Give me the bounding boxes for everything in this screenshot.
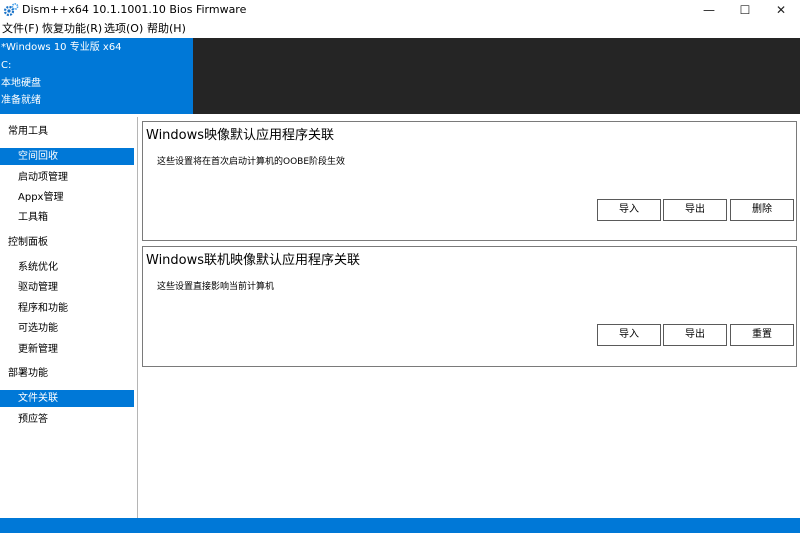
window-title: Dism++x64 10.1.1001.10 Bios Firmware (22, 3, 247, 16)
os-name: *Windows 10 专业版 x64 (1, 42, 122, 53)
gear-icon (3, 3, 19, 17)
menu-help[interactable]: 帮助(H) (147, 22, 186, 36)
sidebar-group-control-panel: 控制面板 (8, 237, 48, 248)
status-bar (0, 518, 800, 533)
sidebar-item-answer-file[interactable]: 预应答 (0, 411, 134, 428)
sidebar-item-optional-features[interactable]: 可选功能 (0, 320, 134, 337)
export-button[interactable]: 导出 (663, 324, 727, 346)
sidebar-group-common-tools: 常用工具 (8, 126, 48, 137)
session-list-area[interactable] (193, 38, 800, 114)
session-status: 准备就绪 (1, 95, 41, 106)
close-button[interactable]: ✕ (758, 0, 800, 20)
sidebar: 常用工具 空间回收 启动项管理 Appx管理 工具箱 控制面板 系统优化 驱动管… (0, 117, 138, 518)
card-description: 这些设置直接影响当前计算机 (157, 282, 275, 292)
sidebar-item-file-association[interactable]: 文件关联 (0, 390, 134, 407)
sidebar-item-startup-manager[interactable]: 启动项管理 (0, 169, 134, 186)
card-title: Windows联机映像默认应用程序关联 (146, 253, 361, 268)
reset-button[interactable]: 重置 (730, 324, 794, 346)
maximize-icon: ☐ (739, 3, 751, 17)
sidebar-item-appx-manager[interactable]: Appx管理 (0, 189, 134, 206)
menu-bar: 文件(F) 恢复功能(R) 选项(O) 帮助(H) (0, 20, 800, 38)
menu-recovery[interactable]: 恢复功能(R) (42, 22, 102, 36)
card-title: Windows映像默认应用程序关联 (146, 128, 335, 143)
delete-button[interactable]: 删除 (730, 199, 794, 221)
sidebar-item-programs-features[interactable]: 程序和功能 (0, 300, 134, 317)
title-bar: Dism++x64 10.1.1001.10 Bios Firmware — ☐… (0, 0, 800, 20)
online-image-default-associations-card: Windows联机映像默认应用程序关联 这些设置直接影响当前计算机 导入 导出 … (142, 246, 797, 367)
sidebar-item-system-optimize[interactable]: 系统优化 (0, 259, 134, 276)
sidebar-group-deployment: 部署功能 (8, 368, 48, 379)
sidebar-item-toolbox[interactable]: 工具箱 (0, 209, 134, 226)
minimize-icon: — (703, 3, 715, 17)
card-description: 这些设置将在首次启动计算机的OOBE阶段生效 (157, 157, 346, 167)
image-default-associations-card: Windows映像默认应用程序关联 这些设置将在首次启动计算机的OOBE阶段生效… (142, 121, 797, 241)
sidebar-item-update-manager[interactable]: 更新管理 (0, 341, 134, 358)
close-icon: ✕ (775, 3, 787, 17)
disk-type: 本地硬盘 (1, 78, 41, 89)
drive-letter: C: (1, 60, 12, 71)
menu-options[interactable]: 选项(O) (104, 22, 143, 36)
sidebar-item-driver-manager[interactable]: 驱动管理 (0, 279, 134, 296)
sidebar-item-space-reclaim[interactable]: 空间回收 (0, 148, 134, 165)
import-button[interactable]: 导入 (597, 199, 661, 221)
import-button[interactable]: 导入 (597, 324, 661, 346)
menu-file[interactable]: 文件(F) (2, 22, 39, 36)
export-button[interactable]: 导出 (663, 199, 727, 221)
session-info-panel[interactable]: *Windows 10 专业版 x64 C: 本地硬盘 准备就绪 (0, 38, 193, 114)
